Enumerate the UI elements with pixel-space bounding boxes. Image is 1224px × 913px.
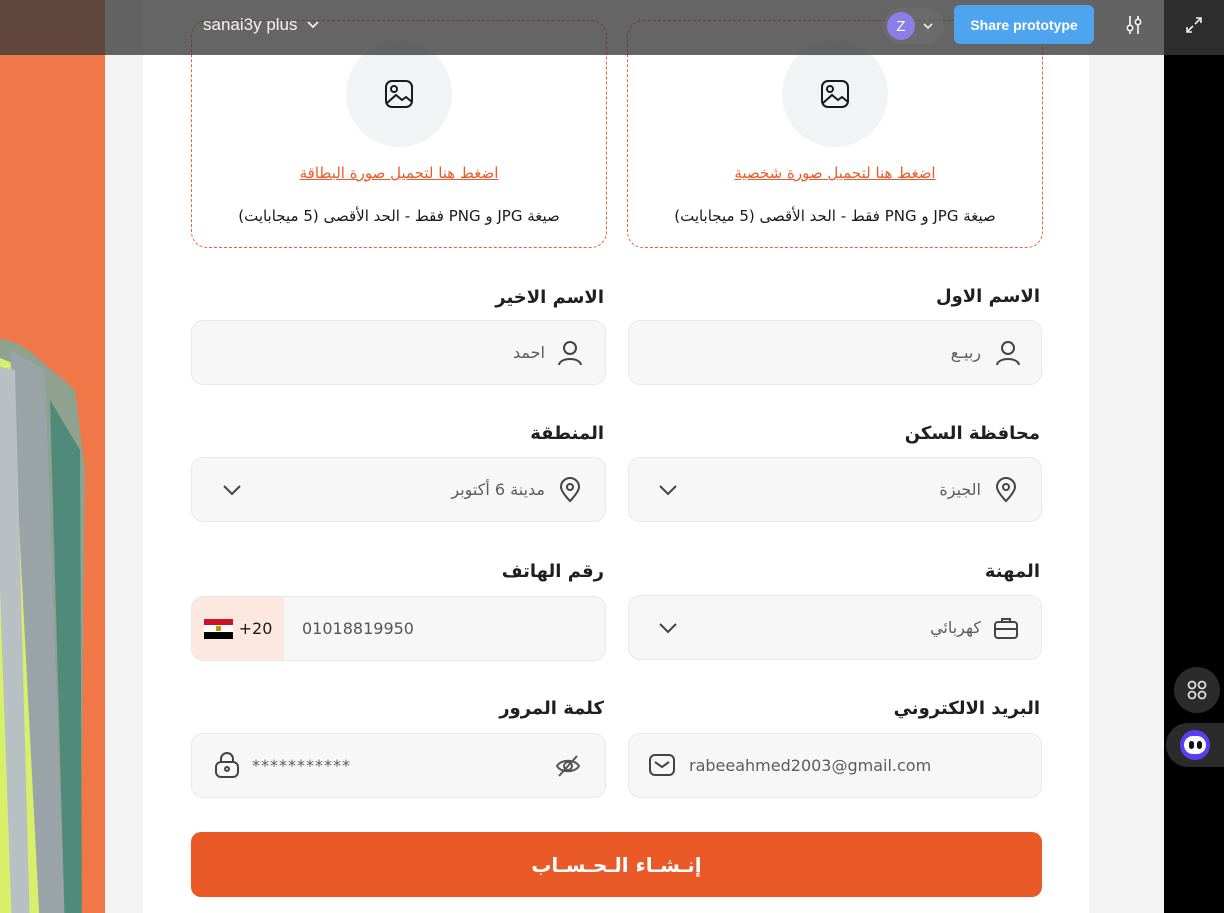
avatar: Z [887, 12, 915, 40]
mail-icon [649, 754, 675, 776]
expand-icon [1186, 17, 1202, 33]
user-menu[interactable]: Z [883, 8, 944, 44]
chevron-down-icon [223, 485, 241, 496]
last-name-label: الاسم الاخير [495, 287, 604, 308]
country-code-selector[interactable]: +20 [192, 597, 284, 660]
email-input[interactable]: rabeeahmed2003@gmail.com [628, 733, 1042, 798]
fullscreen-button[interactable] [1183, 14, 1205, 36]
image-icon [821, 80, 849, 108]
password-value: *********** [252, 756, 351, 775]
right-toolbar-strip [1164, 0, 1224, 913]
password-input[interactable]: *********** [191, 733, 606, 798]
create-account-button[interactable]: إنـشـاء الـحـسـاب [191, 832, 1042, 897]
project-name: sanai3y plus [203, 15, 298, 34]
profession-value: كهربائي [930, 618, 981, 637]
share-prototype-button[interactable]: Share prototype [954, 5, 1094, 44]
upload-id-card-hint: صيغة JPG و PNG فقط - الحد الأقصى (5 ميجا… [238, 207, 560, 225]
chevron-down-icon [659, 485, 677, 496]
governorate-value: الجيزة [939, 480, 981, 499]
area-select[interactable]: مدينة 6 أكتوبر [191, 457, 606, 522]
eye-off-icon[interactable] [555, 753, 581, 779]
lock-icon [215, 752, 239, 778]
worker-vest-image [0, 330, 105, 913]
phone-label: رقم الهاتف [501, 561, 604, 582]
location-pin-icon [559, 477, 581, 503]
last-name-input[interactable]: احمد [191, 320, 606, 385]
phone-input[interactable]: +20 01018819950 [191, 596, 606, 661]
upload-profile-photo-hint: صيغة JPG و PNG فقط - الحد الأقصى (5 ميجا… [674, 207, 996, 225]
user-icon [996, 341, 1020, 366]
profession-select[interactable]: كهربائي [628, 595, 1042, 660]
profession-label: المهنة [984, 561, 1040, 582]
sliders-icon [1126, 16, 1142, 34]
grid-icon [1187, 680, 1207, 700]
upload-profile-photo-link[interactable]: اضغط هنا لتحميل صورة شخصية [628, 164, 1042, 182]
grid-menu-button[interactable] [1174, 667, 1220, 713]
governorate-select[interactable]: الجيزة [628, 457, 1042, 522]
upload-id-card-link[interactable]: اضغط هنا لتحميل صورة البطاقة [192, 164, 606, 182]
email-value: rabeeahmed2003@gmail.com [689, 756, 932, 775]
first-name-value: ربيـع [950, 343, 981, 362]
location-pin-icon [995, 477, 1017, 503]
area-value: مدينة 6 أكتوبر [451, 480, 545, 499]
egypt-flag-icon [203, 618, 233, 639]
chevron-down-icon [923, 23, 933, 30]
chevron-down-icon [306, 21, 319, 29]
governorate-label: محافظة السكن [904, 423, 1040, 444]
project-name-dropdown[interactable]: sanai3y plus [203, 15, 320, 35]
first-name-input[interactable]: ربيـع [628, 320, 1042, 385]
chevron-down-icon [659, 623, 677, 634]
country-code: +20 [238, 619, 273, 638]
image-icon [385, 80, 413, 108]
last-name-value: احمد [513, 343, 545, 362]
profile-photo-upload-circle [782, 41, 888, 147]
hero-image-panel [0, 0, 105, 913]
phone-value: 01018819950 [302, 619, 414, 638]
id-card-upload-circle [346, 41, 452, 147]
assistant-button[interactable] [1166, 723, 1224, 767]
password-label: كلمة المرور [499, 698, 604, 719]
first-name-label: الاسم الاول [935, 286, 1040, 307]
assistant-icon [1180, 730, 1210, 760]
email-label: البريد الالكتروني [893, 698, 1040, 719]
settings-button[interactable] [1123, 14, 1145, 36]
area-label: المنطقة [530, 423, 604, 444]
user-icon [558, 341, 582, 366]
briefcase-icon [994, 618, 1018, 639]
prototype-top-bar: sanai3y plus Z Share prototype [0, 0, 1224, 55]
